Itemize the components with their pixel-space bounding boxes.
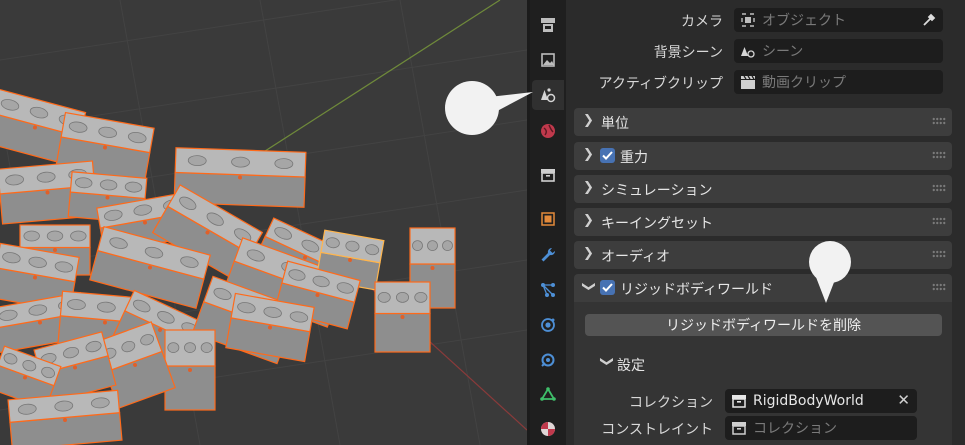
callout-bubble-rigid-body-world	[809, 241, 851, 303]
annotation-layer	[445, 81, 851, 303]
callout-bubble-scene-tab	[445, 81, 533, 135]
